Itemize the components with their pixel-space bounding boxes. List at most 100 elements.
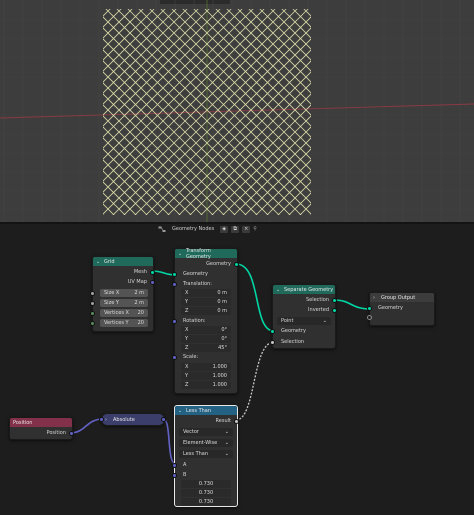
transform-output-geometry: Geometry bbox=[206, 261, 231, 267]
viewport-canvas[interactable] bbox=[0, 0, 474, 222]
vertices-x-socket[interactable] bbox=[90, 310, 95, 316]
size-x-field[interactable]: Size X2 m bbox=[100, 289, 148, 297]
rotation-y-field[interactable]: Y 0° bbox=[181, 335, 231, 343]
separate-geometry-node[interactable]: ⌄ Separate Geometry Selection Inverted Po… bbox=[270, 284, 337, 349]
mesh-edge bbox=[103, 159, 159, 215]
mesh-edge bbox=[0, 0, 67, 222]
separate-output-selection: Selection bbox=[305, 297, 329, 303]
grid-node[interactable]: ⌄ Grid Mesh UV Map Size X2 m Size Y2 m Ve… bbox=[90, 256, 155, 332]
translation-z-field[interactable]: Z0 m bbox=[181, 307, 231, 315]
less-than-input-b: B bbox=[183, 472, 187, 478]
transform-geometry-input-socket[interactable] bbox=[172, 271, 177, 277]
mesh-edge bbox=[103, 9, 144, 50]
position-node-header[interactable]: Position bbox=[10, 418, 72, 427]
mesh-edge bbox=[303, 0, 474, 222]
absolute-node-header[interactable]: › Absolute bbox=[102, 414, 164, 425]
b-x-field[interactable]: 0.730 bbox=[181, 480, 231, 488]
node-editor[interactable]: Geometry Nodes ◈ ⧉ × ⚲ ⌄ Grid Mesh UV Map… bbox=[0, 224, 474, 515]
3d-viewport[interactable] bbox=[0, 0, 474, 222]
mesh-edge bbox=[0, 0, 78, 222]
transform-geometry-output-socket[interactable] bbox=[234, 261, 239, 267]
translation-x-field[interactable]: X0 m bbox=[181, 289, 231, 297]
mesh-output-socket[interactable] bbox=[150, 269, 155, 275]
data-type-dropdown[interactable]: Vector ⌄ bbox=[179, 428, 233, 436]
position-output-socket[interactable] bbox=[69, 430, 74, 436]
size-x-socket[interactable] bbox=[90, 290, 95, 296]
link-transform-separate bbox=[235, 263, 275, 332]
selection-output-socket[interactable] bbox=[332, 297, 337, 303]
separate-geometry-input-socket[interactable] bbox=[270, 328, 275, 334]
transform-node-header[interactable]: ⌄ Transform Geometry bbox=[175, 248, 237, 260]
chevron-down-icon[interactable]: ⌄ bbox=[178, 408, 184, 414]
group-output-node[interactable]: › Group Output Geometry bbox=[367, 292, 435, 326]
scale-z-field[interactable]: Z 1.000 bbox=[181, 381, 231, 389]
mesh-edge bbox=[0, 0, 199, 222]
separate-input-selection: Selection bbox=[281, 339, 305, 345]
chevron-down-icon[interactable]: ⌄ bbox=[178, 251, 184, 257]
chevron-down-icon[interactable]: ⌄ bbox=[96, 259, 102, 265]
scale-socket[interactable] bbox=[172, 354, 177, 360]
absolute-output-socket[interactable] bbox=[161, 417, 166, 422]
mesh-edge bbox=[0, 0, 133, 222]
less-than-node-header[interactable]: ⌄ Less Than bbox=[175, 406, 237, 415]
b-y-field[interactable]: 0.730 bbox=[181, 489, 231, 497]
translation-socket[interactable] bbox=[172, 281, 177, 287]
scale-x-field[interactable]: X 1.000 bbox=[181, 363, 231, 371]
mesh-edge bbox=[103, 71, 247, 215]
chevron-down-icon[interactable]: ⌄ bbox=[276, 287, 282, 293]
mesh-edge bbox=[103, 9, 199, 105]
separate-selection-input-socket[interactable] bbox=[270, 339, 275, 345]
mesh-edge bbox=[255, 159, 311, 215]
input-a-socket[interactable] bbox=[172, 462, 177, 468]
separate-output-inverted: Inverted bbox=[308, 307, 329, 313]
absolute-node[interactable]: › Absolute bbox=[99, 413, 166, 426]
mesh-edge bbox=[0, 0, 221, 222]
inverted-output-socket[interactable] bbox=[332, 307, 337, 313]
rotation-z-field[interactable]: Z 45° bbox=[181, 344, 231, 352]
mesh-edge bbox=[292, 0, 474, 222]
mesh-edge bbox=[0, 0, 78, 222]
vertices-y-field[interactable]: Vertices Y 20 bbox=[100, 319, 148, 327]
less-than-node[interactable]: ⌄ Less Than Result Vector ⌄ Element-Wise ⌄ … bbox=[172, 405, 239, 507]
mesh-edge bbox=[281, 0, 474, 222]
vertices-y-socket[interactable] bbox=[90, 320, 95, 326]
mode-dropdown[interactable]: Element-Wise ⌄ bbox=[179, 439, 233, 447]
uvmap-output-socket[interactable] bbox=[150, 279, 155, 285]
group-output-geometry-socket[interactable] bbox=[367, 305, 372, 311]
group-output-empty-socket[interactable] bbox=[367, 315, 372, 320]
mesh-edge bbox=[103, 126, 192, 215]
translation-y-field[interactable]: Y0 m bbox=[181, 298, 231, 306]
group-output-geometry: Geometry bbox=[378, 305, 403, 311]
mesh-edge bbox=[103, 137, 181, 215]
chevron-right-icon[interactable]: › bbox=[373, 295, 379, 301]
group-output-header[interactable]: › Group Output bbox=[370, 293, 434, 302]
chevron-right-icon[interactable]: › bbox=[105, 417, 111, 423]
operation-dropdown[interactable]: Less Than ⌄ bbox=[179, 450, 233, 458]
separate-node-header[interactable]: ⌄ Separate Geometry bbox=[273, 285, 335, 294]
domain-dropdown[interactable]: Point ⌄ bbox=[277, 317, 331, 325]
size-y-socket[interactable] bbox=[90, 300, 95, 306]
mesh-edge bbox=[215, 0, 474, 222]
mesh-edge bbox=[292, 0, 474, 222]
input-b-socket[interactable] bbox=[172, 472, 177, 478]
mesh-edge bbox=[0, 0, 89, 222]
rotation-x-field[interactable]: X 0° bbox=[181, 326, 231, 334]
b-z-field[interactable]: 0.730 bbox=[181, 498, 231, 506]
vertices-x-field[interactable]: Vertices X 20 bbox=[100, 309, 148, 317]
mesh-edge bbox=[0, 0, 100, 222]
grid-node-header[interactable]: ⌄ Grid bbox=[93, 257, 153, 266]
result-output-socket[interactable] bbox=[234, 418, 239, 424]
mesh-edge bbox=[270, 0, 474, 222]
scale-label: Scale: bbox=[183, 354, 199, 360]
position-node[interactable]: Position Position bbox=[9, 417, 74, 440]
chevron-down-icon: ⌄ bbox=[322, 318, 327, 324]
rotation-socket[interactable] bbox=[172, 318, 177, 324]
position-node-title: Position bbox=[13, 419, 33, 426]
absolute-input-socket[interactable] bbox=[99, 417, 104, 422]
size-y-field[interactable]: Size Y2 m bbox=[100, 299, 148, 307]
grid-node-title: Grid bbox=[104, 258, 115, 265]
transform-geometry-node[interactable]: ⌄ Transform Geometry Geometry Geometry Tr… bbox=[172, 248, 239, 394]
mesh-edge bbox=[0, 0, 188, 222]
mesh-edge bbox=[299, 203, 311, 215]
scale-y-field[interactable]: Y 1.000 bbox=[181, 372, 231, 380]
